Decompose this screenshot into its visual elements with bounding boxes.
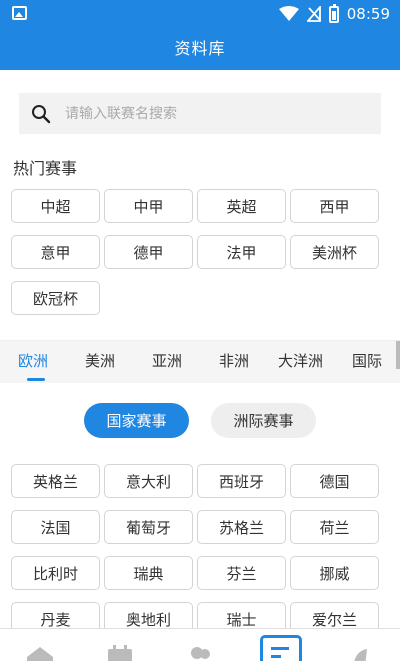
app-bar: 资料库 — [0, 28, 400, 70]
search-bar[interactable] — [19, 93, 381, 134]
nav-database[interactable] — [240, 629, 320, 661]
hot-event-button[interactable]: 英超 — [197, 189, 286, 223]
region-tabs: 欧洲 美洲 亚洲 非洲 大洋洲 国际 — [0, 341, 400, 383]
calendar-icon — [108, 645, 132, 661]
hot-event-button[interactable]: 中甲 — [104, 189, 193, 223]
hot-event-button[interactable]: 美洲杯 — [290, 235, 379, 269]
country-button[interactable]: 西班牙 — [197, 464, 286, 498]
people-icon — [191, 647, 210, 659]
country-button[interactable]: 挪威 — [290, 556, 379, 590]
clock: 08:59 — [346, 5, 390, 23]
bottom-nav — [0, 628, 400, 661]
country-grid: 英格兰 意大利 西班牙 德国 法国 葡萄牙 苏格兰 荷兰 比利时 瑞典 芬兰 挪… — [11, 464, 379, 636]
country-button[interactable]: 芬兰 — [197, 556, 286, 590]
hot-event-button[interactable]: 意甲 — [11, 235, 100, 269]
country-button[interactable]: 苏格兰 — [197, 510, 286, 544]
tab-asia[interactable]: 亚洲 — [152, 341, 182, 383]
status-bar: 08:59 — [0, 0, 400, 28]
intercontinental-events-toggle[interactable]: 洲际赛事 — [211, 403, 316, 438]
nav-home[interactable] — [0, 629, 80, 661]
country-button[interactable]: 德国 — [290, 464, 379, 498]
battery-icon — [328, 3, 339, 23]
section-title-hot: 热门赛事 — [13, 159, 78, 178]
tab-international[interactable]: 国际 — [352, 341, 382, 383]
active-tab-indicator — [27, 378, 45, 381]
nav-schedule[interactable] — [80, 629, 160, 661]
image-notification-icon — [12, 6, 27, 20]
tab-oceania[interactable]: 大洋洲 — [278, 341, 323, 383]
country-button[interactable]: 葡萄牙 — [104, 510, 193, 544]
country-button[interactable]: 意大利 — [104, 464, 193, 498]
hot-events-grid: 中超 中甲 英超 西甲 意甲 德甲 法甲 美洲杯 欧冠杯 — [11, 189, 379, 315]
country-button[interactable]: 比利时 — [11, 556, 100, 590]
country-button[interactable]: 法国 — [11, 510, 100, 544]
tab-americas[interactable]: 美洲 — [85, 341, 115, 383]
hot-event-button[interactable]: 欧冠杯 — [11, 281, 100, 315]
national-events-toggle[interactable]: 国家赛事 — [84, 403, 189, 438]
tab-europe[interactable]: 欧洲 — [18, 341, 48, 383]
hot-event-button[interactable]: 西甲 — [290, 189, 379, 223]
status-icons: 08:59 — [278, 3, 390, 24]
database-icon — [260, 635, 302, 661]
country-button[interactable]: 英格兰 — [11, 464, 100, 498]
search-input[interactable] — [65, 105, 345, 122]
hot-event-button[interactable]: 德甲 — [104, 235, 193, 269]
nav-profile[interactable] — [320, 629, 400, 661]
search-icon — [32, 104, 51, 123]
scrollbar[interactable] — [396, 341, 400, 369]
page-title: 资料库 — [174, 39, 226, 58]
country-button[interactable]: 瑞典 — [104, 556, 193, 590]
hot-event-button[interactable]: 中超 — [11, 189, 100, 223]
nav-community[interactable] — [160, 629, 240, 661]
profile-icon — [354, 649, 367, 661]
no-signal-icon — [306, 6, 321, 22]
hot-event-button[interactable]: 法甲 — [197, 235, 286, 269]
wifi-icon — [278, 6, 299, 21]
country-button[interactable]: 荷兰 — [290, 510, 379, 544]
tab-africa[interactable]: 非洲 — [219, 341, 249, 383]
home-icon — [27, 647, 53, 661]
